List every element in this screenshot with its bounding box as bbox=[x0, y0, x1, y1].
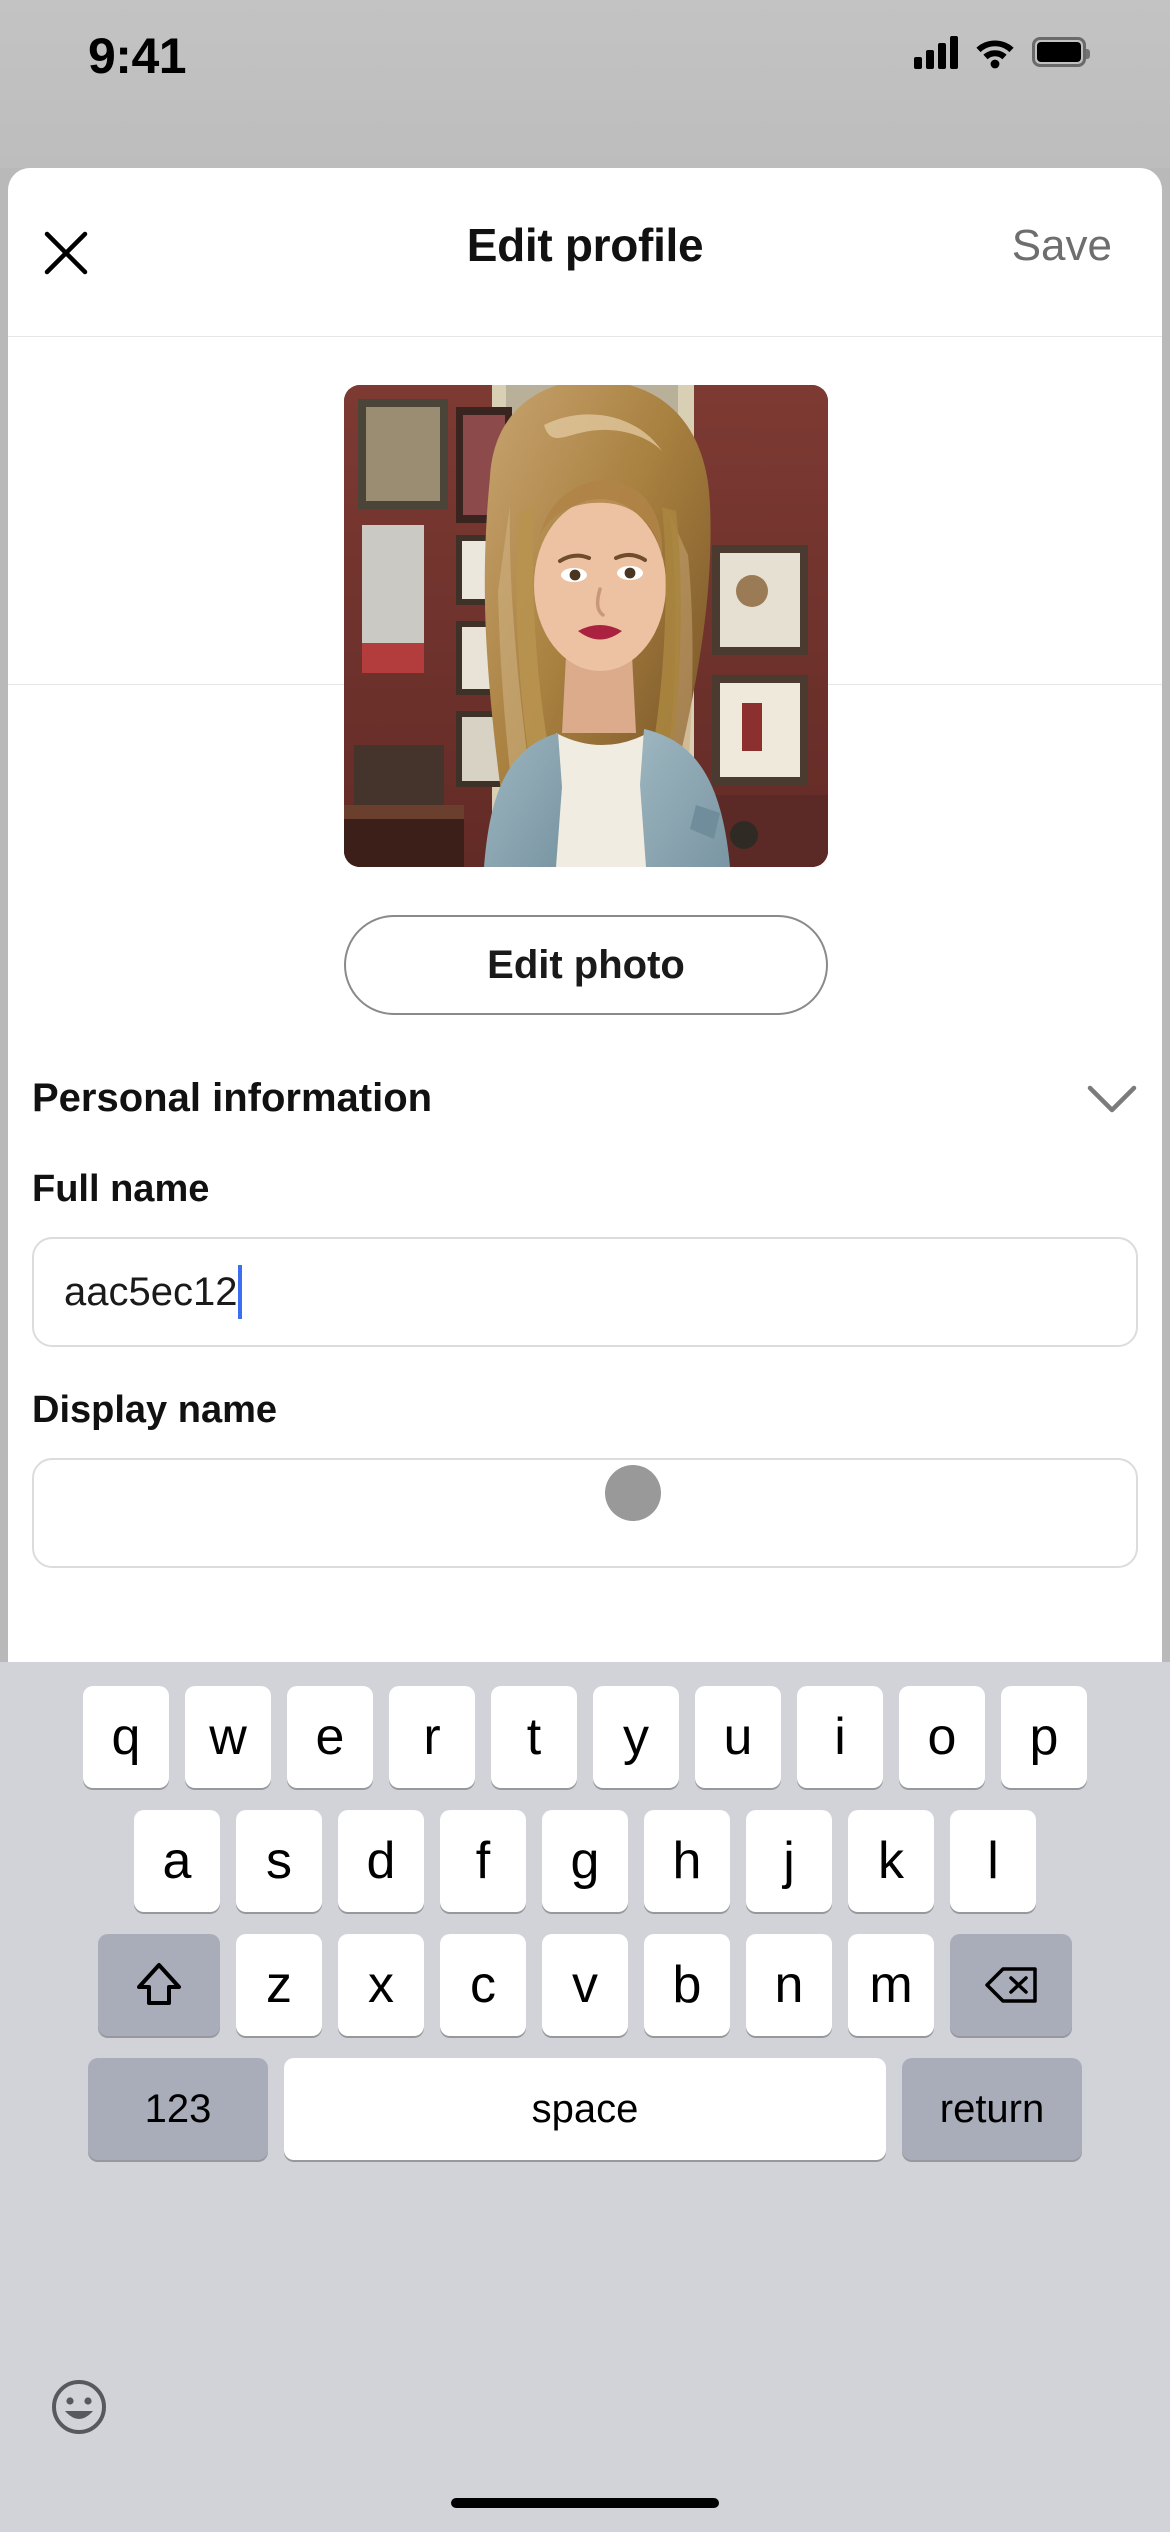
save-button[interactable]: Save bbox=[1012, 221, 1112, 271]
wifi-icon bbox=[976, 40, 1014, 69]
key-g[interactable]: g bbox=[542, 1810, 628, 1912]
key-v[interactable]: v bbox=[542, 1934, 628, 2036]
key-a[interactable]: a bbox=[134, 1810, 220, 1912]
sheet-header: Edit profile Save bbox=[8, 168, 1162, 337]
space-key[interactable]: space bbox=[284, 2058, 886, 2160]
keyboard-row-3: z x c v b n m bbox=[0, 1934, 1170, 2036]
numbers-key[interactable]: 123 bbox=[88, 2058, 268, 2160]
touch-point bbox=[605, 1465, 661, 1521]
keyboard-row-1: q w e r t y u i o p bbox=[0, 1662, 1170, 1788]
shift-arrow-icon[interactable] bbox=[98, 1934, 220, 2036]
keyboard-row-2: a s d f g h j k l bbox=[0, 1810, 1170, 1912]
full-name-label: Full name bbox=[32, 1168, 210, 1210]
status-bar-icons bbox=[914, 30, 1090, 74]
on-screen-keyboard: q w e r t y u i o p a s d f g h j k l z … bbox=[0, 1662, 1170, 2532]
key-b[interactable]: b bbox=[644, 1934, 730, 2036]
key-z[interactable]: z bbox=[236, 1934, 322, 2036]
key-u[interactable]: u bbox=[695, 1686, 781, 1788]
key-j[interactable]: j bbox=[746, 1810, 832, 1912]
personal-information-section-header[interactable]: Personal information bbox=[32, 1038, 1138, 1158]
avatar[interactable] bbox=[344, 385, 828, 867]
key-p[interactable]: p bbox=[1001, 1686, 1087, 1788]
status-bar: 9:41 bbox=[0, 0, 1170, 168]
backspace-icon[interactable] bbox=[950, 1934, 1072, 2036]
status-bar-time: 9:41 bbox=[88, 28, 187, 84]
key-d[interactable]: d bbox=[338, 1810, 424, 1912]
cellular-signal-icon bbox=[914, 35, 958, 69]
key-t[interactable]: t bbox=[491, 1686, 577, 1788]
keyboard-row-4: 123 space return bbox=[0, 2058, 1170, 2160]
text-caret bbox=[238, 1265, 243, 1319]
full-name-value: aac5ec12 bbox=[64, 1269, 238, 1314]
display-name-input[interactable] bbox=[32, 1458, 1138, 1568]
key-y[interactable]: y bbox=[593, 1686, 679, 1788]
key-i[interactable]: i bbox=[797, 1686, 883, 1788]
edit-photo-button[interactable]: Edit photo bbox=[344, 915, 828, 1015]
key-l[interactable]: l bbox=[950, 1810, 1036, 1912]
keyboard-utility-row bbox=[0, 2378, 1170, 2478]
page-title: Edit profile bbox=[466, 219, 704, 271]
key-o[interactable]: o bbox=[899, 1686, 985, 1788]
chevron-down-icon[interactable] bbox=[1086, 1082, 1138, 1114]
section-title: Personal information bbox=[32, 1075, 433, 1120]
key-x[interactable]: x bbox=[338, 1934, 424, 2036]
key-w[interactable]: w bbox=[185, 1686, 271, 1788]
key-f[interactable]: f bbox=[440, 1810, 526, 1912]
form-section: Personal information Full name aac5ec12 … bbox=[8, 1038, 1162, 1568]
full-name-input[interactable]: aac5ec12 bbox=[32, 1237, 1138, 1347]
key-h[interactable]: h bbox=[644, 1810, 730, 1912]
key-r[interactable]: r bbox=[389, 1686, 475, 1788]
photo-section: Edit photo bbox=[8, 337, 1162, 1015]
key-s[interactable]: s bbox=[236, 1810, 322, 1912]
return-key[interactable]: return bbox=[902, 2058, 1082, 2160]
key-n[interactable]: n bbox=[746, 1934, 832, 2036]
emoji-smiley-icon[interactable] bbox=[50, 2378, 108, 2436]
key-c[interactable]: c bbox=[440, 1934, 526, 2036]
key-q[interactable]: q bbox=[83, 1686, 169, 1788]
home-indicator bbox=[451, 2498, 719, 2508]
key-e[interactable]: e bbox=[287, 1686, 373, 1788]
display-name-label: Display name bbox=[32, 1389, 277, 1431]
key-m[interactable]: m bbox=[848, 1934, 934, 2036]
key-k[interactable]: k bbox=[848, 1810, 934, 1912]
battery-icon bbox=[1032, 37, 1090, 67]
